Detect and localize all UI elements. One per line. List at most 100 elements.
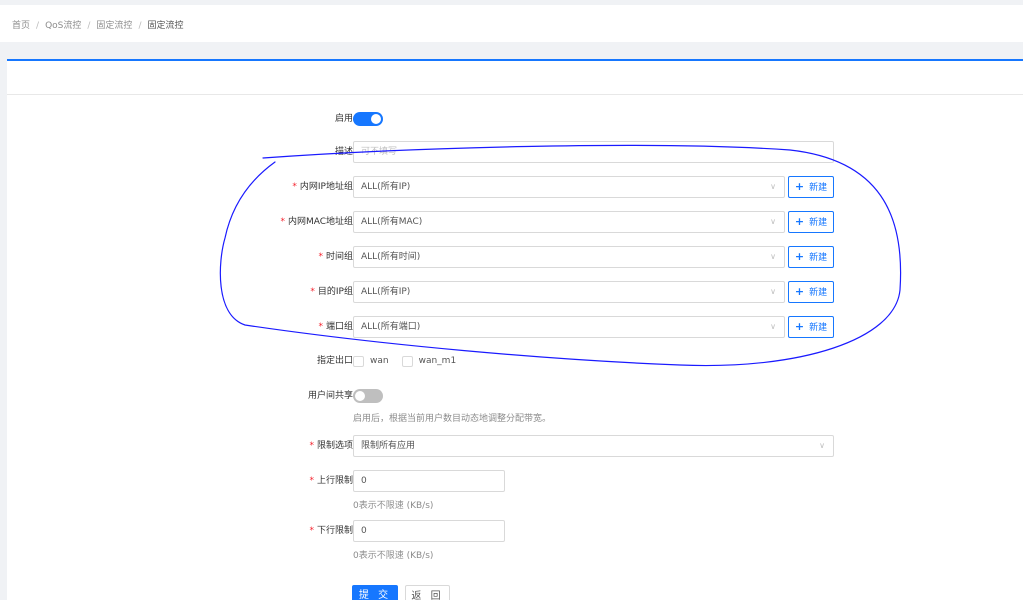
dest-ip-group-label-text: 目的IP组	[317, 287, 353, 297]
required-mark: *	[292, 182, 297, 192]
required-mark: *	[280, 217, 285, 227]
mac-group-control: ALL(所有MAC) ∨ + 新建	[353, 211, 834, 233]
new-port-group-button[interactable]: + 新建	[788, 316, 834, 338]
new-ip-group-button[interactable]: + 新建	[788, 176, 834, 198]
new-dest-ip-group-button[interactable]: + 新建	[788, 281, 834, 303]
upload-limit-label: * 上行限制	[309, 470, 353, 492]
ip-group-label: * 内网IP地址组	[292, 176, 353, 198]
panel-header	[7, 61, 1023, 95]
required-mark: *	[310, 287, 315, 297]
download-limit-label: * 下行限制	[309, 520, 353, 542]
chevron-down-icon: ∨	[819, 441, 825, 450]
port-group-select[interactable]: ALL(所有端口) ∨	[353, 316, 785, 338]
new-button-label: 新建	[809, 288, 828, 298]
dest-ip-group-select[interactable]: ALL(所有IP) ∨	[353, 281, 785, 303]
download-limit-label-text: 下行限制	[316, 526, 353, 536]
submit-button[interactable]: 提 交	[352, 585, 398, 600]
limit-option-select[interactable]: 限制所有应用 ∨	[353, 435, 834, 457]
limit-option-label-text: 限制选项	[316, 441, 353, 451]
description-label: 描述	[334, 147, 353, 157]
plus-icon: +	[794, 180, 805, 193]
download-limit-input[interactable]: 0	[353, 520, 505, 542]
share-toggle[interactable]	[353, 389, 383, 403]
plus-icon: +	[794, 320, 805, 333]
share-control	[353, 385, 383, 403]
new-mac-group-button[interactable]: + 新建	[788, 211, 834, 233]
chevron-down-icon: ∨	[770, 182, 776, 191]
plus-icon: +	[794, 215, 805, 228]
form-row-enable: 启用	[7, 108, 1023, 130]
breadcrumb-separator: /	[87, 21, 91, 31]
share-help-text: 启用后，根据当前用户数目动态地调整分配带宽。	[353, 414, 552, 424]
ip-group-label-text: 内网IP地址组	[299, 182, 353, 192]
new-time-group-button[interactable]: + 新建	[788, 246, 834, 268]
form-row-download-limit: * 下行限制 0	[7, 520, 1023, 542]
enable-control	[353, 108, 383, 126]
port-group-value: ALL(所有端口)	[361, 322, 421, 332]
dest-ip-group-value: ALL(所有IP)	[361, 287, 411, 297]
limit-option-control: 限制所有应用 ∨	[353, 435, 834, 457]
wan-label: wan	[370, 356, 389, 366]
limit-option-label: * 限制选项	[309, 435, 353, 457]
breadcrumb-qos[interactable]: QoS流控	[45, 21, 81, 31]
form-row-port-group: * 端口组 ALL(所有端口) ∨ + 新建	[7, 316, 1023, 338]
outlet-checkbox-group: wan wan_m1	[353, 350, 469, 372]
required-mark: *	[318, 322, 323, 332]
form-row-outlet: 指定出口 wan wan_m1	[7, 350, 1023, 372]
required-mark: *	[309, 476, 314, 486]
time-group-select[interactable]: ALL(所有时间) ∨	[353, 246, 785, 268]
top-bar: 首页 / QoS流控 / 固定流控 / 固定流控	[0, 0, 1023, 42]
form-row-description: 描述 可不填写	[7, 141, 1023, 163]
ip-group-select[interactable]: ALL(所有IP) ∨	[353, 176, 785, 198]
port-group-control: ALL(所有端口) ∨ + 新建	[353, 316, 834, 338]
upload-limit-input[interactable]: 0	[353, 470, 505, 492]
form-panel: 启用 描述 可不填写 * 内网IP地址组 ALL(所有IP) ∨ + 新建 * 内网MA…	[7, 59, 1023, 600]
limit-option-value: 限制所有应用	[361, 441, 416, 451]
outlet-label: 指定出口	[316, 356, 353, 366]
ip-group-value: ALL(所有IP)	[361, 182, 411, 192]
breadcrumb-separator: /	[36, 21, 40, 31]
new-button-label: 新建	[809, 218, 828, 228]
ip-group-control: ALL(所有IP) ∨ + 新建	[353, 176, 834, 198]
share-label: 用户间共享	[307, 391, 353, 401]
port-group-label: * 端口组	[318, 316, 353, 338]
enable-label: 启用	[334, 114, 353, 124]
toggle-knob	[371, 114, 381, 124]
required-mark: *	[318, 252, 323, 262]
time-group-label-text: 时间组	[325, 252, 353, 262]
form-row-limit-option: * 限制选项 限制所有应用 ∨	[7, 435, 1023, 457]
upload-limit-label-text: 上行限制	[316, 476, 353, 486]
form-row-upload-limit: * 上行限制 0	[7, 470, 1023, 492]
wan-checkbox[interactable]	[353, 355, 364, 367]
dest-ip-group-control: ALL(所有IP) ∨ + 新建	[353, 281, 834, 303]
wan-m1-label: wan_m1	[418, 356, 457, 366]
form-row-ip-group: * 内网IP地址组 ALL(所有IP) ∨ + 新建	[7, 176, 1023, 198]
chevron-down-icon: ∨	[770, 252, 776, 261]
wan-m1-checkbox[interactable]	[401, 355, 413, 367]
time-group-value: ALL(所有时间)	[361, 252, 421, 262]
download-limit-control: 0	[353, 520, 505, 542]
new-button-label: 新建	[809, 183, 828, 193]
breadcrumb-fixed-flow[interactable]: 固定流控	[96, 21, 132, 31]
form-row-time-group: * 时间组 ALL(所有时间) ∨ + 新建	[7, 246, 1023, 268]
mac-group-select[interactable]: ALL(所有MAC) ∨	[353, 211, 785, 233]
form-row-dest-ip-group: * 目的IP组 ALL(所有IP) ∨ + 新建	[7, 281, 1023, 303]
mac-group-label-text: 内网MAC地址组	[287, 217, 353, 227]
mac-group-value: ALL(所有MAC)	[361, 217, 423, 227]
form-row-mac-group: * 内网MAC地址组 ALL(所有MAC) ∨ + 新建	[7, 211, 1023, 233]
description-input[interactable]: 可不填写	[353, 141, 834, 163]
breadcrumb-home[interactable]: 首页	[12, 21, 30, 31]
breadcrumb-separator: /	[138, 21, 142, 31]
back-button[interactable]: 返 回	[405, 585, 450, 600]
upload-limit-control: 0	[353, 470, 505, 492]
enable-toggle[interactable]	[353, 112, 383, 126]
time-group-control: ALL(所有时间) ∨ + 新建	[353, 246, 834, 268]
chevron-down-icon: ∨	[770, 322, 776, 331]
chevron-down-icon: ∨	[770, 287, 776, 296]
description-control: 可不填写	[353, 141, 834, 163]
new-button-label: 新建	[809, 323, 828, 333]
required-mark: *	[309, 526, 314, 536]
download-limit-help: 0表示不限速 (KB/s)	[353, 551, 434, 561]
upload-limit-help: 0表示不限速 (KB/s)	[353, 501, 434, 511]
required-mark: *	[309, 441, 314, 451]
